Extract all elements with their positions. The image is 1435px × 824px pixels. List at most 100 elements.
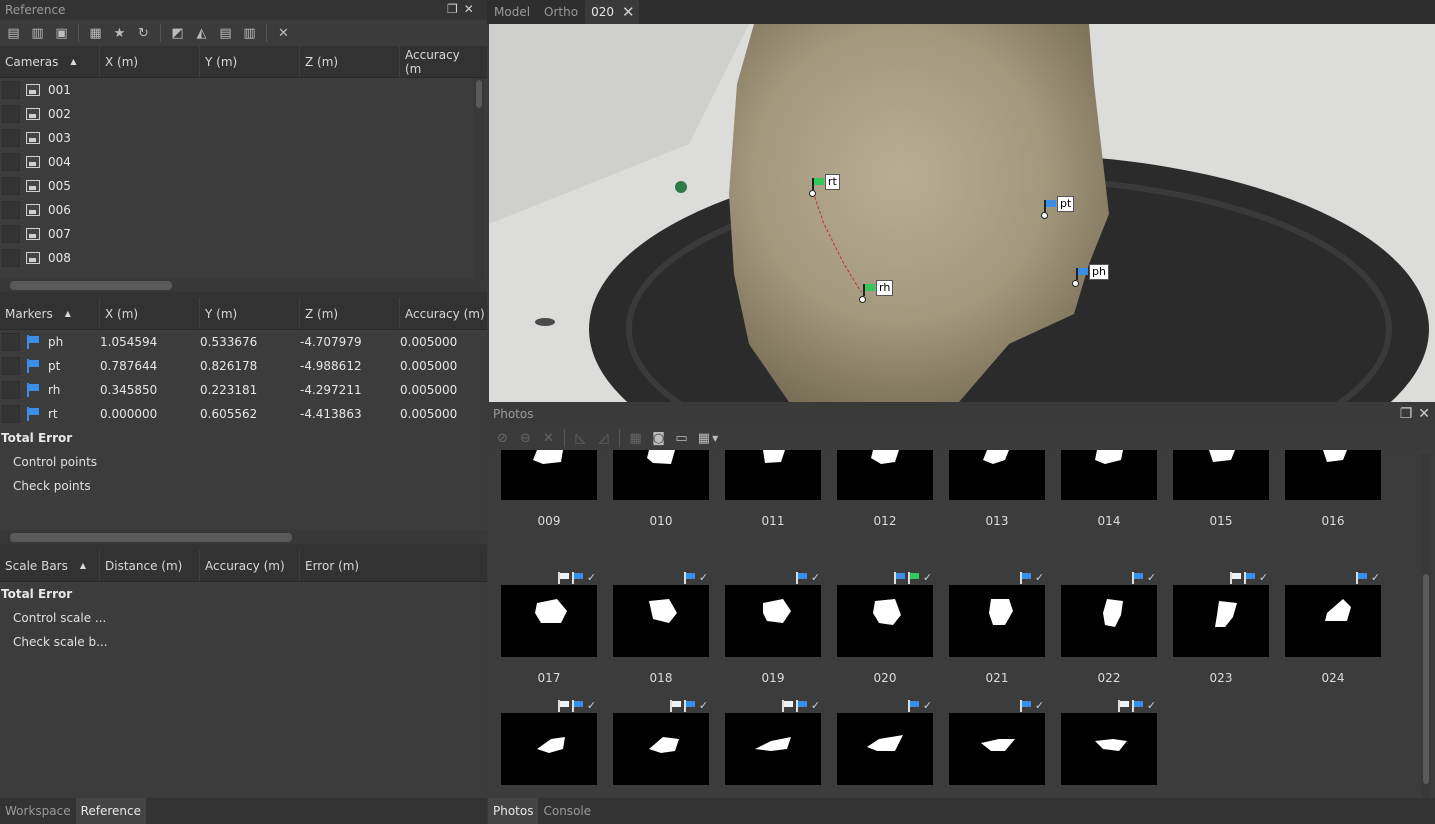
photo-view[interactable]: rt pt ph rh	[489, 24, 1435, 402]
marker-checkbox[interactable]	[2, 381, 20, 399]
camera-row[interactable]: 006	[0, 198, 487, 222]
view-source-icon[interactable]: ◩	[167, 23, 188, 43]
tab-console[interactable]: Console	[538, 798, 596, 824]
col-markers[interactable]: Markers ▲	[0, 298, 100, 329]
enable-cameras-icon[interactable]: ⊘	[492, 428, 513, 448]
col-z[interactable]: Z (m)	[300, 46, 400, 77]
marker-row[interactable]: ph 1.054594 0.533676 -4.707979 0.005000	[0, 330, 487, 354]
photo-thumbnail[interactable]	[837, 713, 933, 785]
photos-vscroll[interactable]	[1421, 454, 1431, 798]
camera-checkbox[interactable]	[2, 129, 20, 147]
camera-row[interactable]: 002	[0, 102, 487, 126]
export-reference-icon[interactable]: ▥	[27, 23, 48, 43]
camera-checkbox[interactable]	[2, 153, 20, 171]
photo-thumbnail[interactable]	[1061, 713, 1157, 785]
camera-row[interactable]: 001	[0, 78, 487, 102]
rotate-left-icon[interactable]: ◺	[570, 428, 591, 448]
col-accuracy[interactable]: Accuracy (m)	[400, 298, 487, 329]
update-icon[interactable]: ↻	[133, 23, 154, 43]
check-scalebars-row[interactable]: Check scale b...	[0, 630, 487, 654]
close-icon[interactable]: ✕	[1418, 406, 1430, 422]
marker-ph[interactable]: ph	[1076, 264, 1109, 280]
photo-thumbnail[interactable]	[725, 450, 821, 500]
cameras-hscroll[interactable]	[0, 278, 487, 292]
col-y[interactable]: Y (m)	[200, 46, 300, 77]
remove-cameras-icon[interactable]: ✕	[538, 428, 559, 448]
photo-thumbnail[interactable]	[501, 713, 597, 785]
marker-checkbox[interactable]	[2, 333, 20, 351]
marker-rh-point[interactable]	[859, 296, 866, 303]
camera-checkbox[interactable]	[2, 225, 20, 243]
control-scalebars-row[interactable]: Control scale ...	[0, 606, 487, 630]
col-accuracy[interactable]: Accuracy (m)	[200, 550, 300, 581]
tab-photo-020[interactable]: 020 ✕	[585, 0, 639, 24]
photo-thumbnail[interactable]	[837, 585, 933, 657]
view-estimated-icon[interactable]: ◭	[191, 23, 212, 43]
photo-thumbnail[interactable]	[1173, 450, 1269, 500]
import-reference-icon[interactable]: ▤	[3, 23, 24, 43]
marker-row[interactable]: rt 0.000000 0.605562 -4.413863 0.005000	[0, 402, 487, 426]
photo-thumbnail[interactable]	[1285, 450, 1381, 500]
star-icon[interactable]: ★	[109, 23, 130, 43]
show-masks-icon[interactable]: ◙	[648, 428, 669, 448]
view-variance-icon[interactable]: ▥	[239, 23, 260, 43]
marker-pt-point[interactable]	[1041, 212, 1048, 219]
cameras-vscroll[interactable]	[474, 78, 484, 278]
photo-thumbnail[interactable]	[949, 450, 1045, 500]
photo-thumbnail[interactable]	[613, 450, 709, 500]
col-x[interactable]: X (m)	[100, 298, 200, 329]
marker-checkbox[interactable]	[2, 405, 20, 423]
close-icon[interactable]: ✕	[464, 2, 474, 16]
photo-thumbnail[interactable]	[501, 585, 597, 657]
control-points-row[interactable]: Control points	[0, 450, 487, 474]
col-y[interactable]: Y (m)	[200, 298, 300, 329]
camera-row[interactable]: 004	[0, 150, 487, 174]
marker-pt[interactable]: pt	[1044, 196, 1075, 212]
tab-reference[interactable]: Reference	[75, 798, 147, 824]
camera-checkbox[interactable]	[2, 201, 20, 219]
camera-row[interactable]: 005	[0, 174, 487, 198]
col-distance[interactable]: Distance (m)	[100, 550, 200, 581]
calculator-icon[interactable]: ▦	[85, 23, 106, 43]
photo-thumbnail[interactable]	[1285, 585, 1381, 657]
tab-photos[interactable]: Photos	[488, 798, 539, 824]
settings-tools-icon[interactable]: ✕	[273, 23, 294, 43]
float-icon[interactable]: ❐	[1400, 406, 1413, 422]
reset-filter-icon[interactable]: ▦	[625, 428, 646, 448]
col-error[interactable]: Error (m)	[300, 550, 400, 581]
photo-thumbnail[interactable]	[725, 585, 821, 657]
col-accuracy[interactable]: Accuracy (m	[400, 46, 472, 77]
camera-row[interactable]: 008	[0, 246, 487, 270]
camera-checkbox[interactable]	[2, 177, 20, 195]
camera-checkbox[interactable]	[2, 105, 20, 123]
view-mode-dropdown[interactable]: ▦ ▼	[694, 428, 722, 448]
view-errors-icon[interactable]: ▤	[215, 23, 236, 43]
marker-rt-point[interactable]	[809, 190, 816, 197]
marker-row[interactable]: pt 0.787644 0.826178 -4.988612 0.005000	[0, 354, 487, 378]
col-x[interactable]: X (m)	[100, 46, 200, 77]
col-scalebars[interactable]: Scale Bars ▲	[0, 550, 100, 581]
markers-hscroll[interactable]	[0, 530, 487, 544]
photo-thumbnail[interactable]	[1061, 585, 1157, 657]
photo-thumbnail[interactable]	[613, 713, 709, 785]
rotate-right-icon[interactable]: ◿	[593, 428, 614, 448]
photo-thumbnail[interactable]	[725, 713, 821, 785]
photo-thumbnail[interactable]	[501, 450, 597, 500]
camera-row[interactable]: 007	[0, 222, 487, 246]
show-images-icon[interactable]: ▭	[671, 428, 692, 448]
camera-checkbox[interactable]	[2, 81, 20, 99]
marker-ph-point[interactable]	[1072, 280, 1079, 287]
close-tab-icon[interactable]: ✕	[622, 0, 635, 24]
marker-rh[interactable]: rh	[863, 280, 894, 296]
col-z[interactable]: Z (m)	[300, 298, 400, 329]
convert-icon[interactable]: ▣	[51, 23, 72, 43]
check-points-row[interactable]: Check points	[0, 474, 487, 498]
marker-checkbox[interactable]	[2, 357, 20, 375]
marker-row[interactable]: rh 0.345850 0.223181 -4.297211 0.005000	[0, 378, 487, 402]
marker-rt[interactable]: rt	[812, 174, 840, 190]
photo-thumbnail[interactable]	[949, 713, 1045, 785]
photo-thumbnail[interactable]	[949, 585, 1045, 657]
photo-thumbnail[interactable]	[837, 450, 933, 500]
tab-model[interactable]: Model	[487, 5, 537, 19]
photo-thumbnail[interactable]	[1173, 585, 1269, 657]
